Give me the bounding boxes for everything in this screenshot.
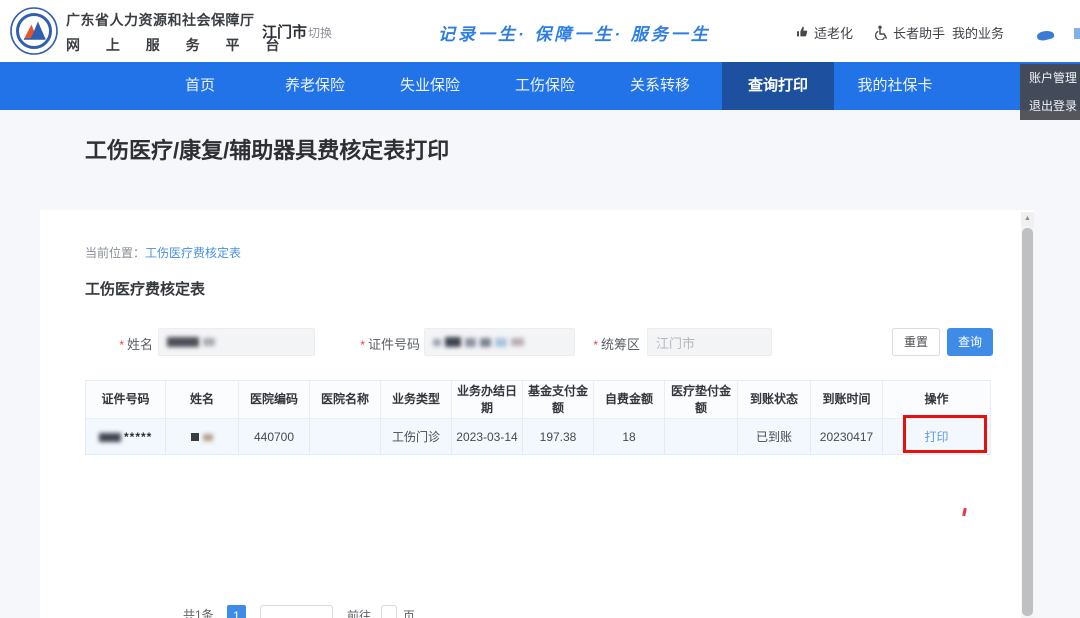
pagination-goto-suffix: 页 [403, 607, 415, 618]
redacted-cell-id [99, 433, 121, 442]
col-action: 操作 [883, 381, 991, 419]
cell-arrival-status: 已到账 [738, 419, 811, 455]
col-name: 姓名 [166, 381, 239, 419]
org-name-line2: 网 上 服 务 平 台 [66, 35, 256, 55]
redacted-id-4 [480, 338, 491, 347]
col-arrival-time: 到账时间 [811, 381, 883, 419]
name-field-label: *姓名 [95, 334, 153, 353]
accessibility-icon [873, 25, 888, 40]
region-label-text: 统筹区 [601, 337, 640, 352]
cell-id-number: ***** [86, 419, 166, 455]
col-completion-date: 业务办结日期 [452, 381, 523, 419]
nav-item-home[interactable]: 首页 [185, 62, 215, 110]
redacted-id-2 [445, 337, 461, 347]
name-label-text: 姓名 [127, 337, 153, 352]
cell-advance-amount [665, 419, 738, 455]
id-label-text: 证件号码 [368, 337, 420, 352]
redacted-name-value-2 [203, 338, 215, 346]
city-label: 江门市 [262, 21, 307, 42]
redacted-name-value [167, 337, 199, 347]
pagination-page-size-select[interactable] [260, 605, 333, 618]
nav-item-pension[interactable]: 养老保险 [285, 62, 345, 110]
annotation-highlight-box [903, 415, 987, 453]
org-title: 广东省人力资源和社会保障厅 网 上 服 务 平 台 [66, 10, 256, 55]
elder-mode-icon [795, 25, 809, 39]
redacted-id-3 [465, 338, 476, 347]
cell-self-amount: 18 [594, 419, 665, 455]
reset-button[interactable]: 重置 [892, 328, 940, 356]
col-id-number: 证件号码 [86, 381, 166, 419]
org-name-line1: 广东省人力资源和社会保障厅 [66, 10, 256, 30]
required-mark-3: * [593, 338, 598, 352]
nav-item-unemployment[interactable]: 失业保险 [400, 62, 460, 110]
redacted-id-6 [511, 338, 524, 346]
cell-hospital-code: 440700 [239, 419, 310, 455]
cell-business-type: 工伤门诊 [381, 419, 452, 455]
cell-name [166, 419, 239, 455]
nav-item-work-injury[interactable]: 工伤保险 [515, 62, 575, 110]
region-field-label: *统筹区 [585, 334, 640, 353]
user-menu-swoosh-icon[interactable] [1036, 29, 1055, 42]
col-fund-amount: 基金支付金额 [523, 381, 594, 419]
clipped-edge-icon [1074, 28, 1080, 39]
breadcrumb: 当前位置：工伤医疗费核定表 [85, 244, 241, 261]
cell-arrival-time: 20230417 [811, 419, 883, 455]
elder-mode-button[interactable]: 适老化 [795, 23, 853, 41]
breadcrumb-current-link[interactable]: 工伤医疗费核定表 [145, 246, 241, 260]
region-input[interactable] [656, 335, 763, 350]
id-field-label: *证件号码 [340, 334, 420, 353]
pagination-goto-label: 前往 [347, 607, 371, 618]
slogan-text: 记录一生· 保障一生· 服务一生 [438, 20, 711, 45]
pagination-total: 共1条 [183, 606, 214, 618]
elder-helper-label: 长者助手 [893, 23, 945, 42]
redacted-cell-name-block [191, 433, 199, 441]
redacted-id-5 [495, 338, 507, 347]
id-mask-stars: ***** [124, 430, 152, 444]
required-mark: * [119, 338, 124, 352]
col-hospital-name: 医院名称 [310, 381, 381, 419]
app-window: 广东省人力资源和社会保障厅 网 上 服 务 平 台 江门市 切换 记录一生· 保… [0, 0, 1080, 618]
gov-logo-icon [10, 7, 58, 55]
cell-fund-amount: 197.38 [523, 419, 594, 455]
main-nav: 首页 养老保险 失业保险 工伤保险 关系转移 查询打印 我的社保卡 [0, 62, 1080, 110]
scrollbar-up-arrow[interactable]: ▲ [1021, 212, 1034, 226]
pagination-goto-input[interactable] [381, 605, 397, 618]
nav-item-social-card[interactable]: 我的社保卡 [857, 62, 932, 110]
cell-hospital-name [310, 419, 381, 455]
col-arrival-status: 到账状态 [738, 381, 811, 419]
section-title: 工伤医疗费核定表 [85, 278, 205, 299]
page-title: 工伤医疗/康复/辅助器具费核定表打印 [85, 133, 449, 165]
cell-completion-date: 2023-03-14 [452, 419, 523, 455]
menu-item-account[interactable]: 账户管理 [1020, 64, 1080, 92]
user-dropdown-menu: 账户管理 退出登录 [1020, 64, 1080, 120]
redacted-cell-name-blob [203, 434, 213, 441]
elder-helper-button[interactable]: 长者助手 [873, 23, 945, 41]
col-business-type: 业务类型 [381, 381, 452, 419]
breadcrumb-prefix: 当前位置： [85, 246, 145, 260]
id-input[interactable] [424, 328, 575, 356]
nav-item-transfer[interactable]: 关系转移 [630, 62, 690, 110]
city-switch-link[interactable]: 切换 [308, 24, 332, 41]
my-business-link[interactable]: 我的业务 [952, 23, 1004, 41]
col-advance-amount: 医疗垫付金额 [665, 381, 738, 419]
col-hospital-code: 医院编码 [239, 381, 310, 419]
results-table: 证件号码 姓名 医院编码 医院名称 业务类型 业务办结日期 基金支付金额 自费金… [85, 380, 991, 455]
menu-item-logout[interactable]: 退出登录 [1020, 92, 1080, 120]
table-row: ***** 440700 工伤门诊 2023-03-14 197.38 18 已… [86, 419, 991, 455]
required-mark-2: * [360, 338, 365, 352]
name-input[interactable] [158, 328, 315, 356]
redacted-id-1 [433, 339, 441, 346]
top-header: 广东省人力资源和社会保障厅 网 上 服 务 平 台 江门市 切换 记录一生· 保… [0, 0, 1080, 62]
elder-mode-label: 适老化 [814, 23, 853, 42]
pagination-page-1-button[interactable]: 1 [227, 605, 246, 618]
scrollbar-thumb[interactable] [1022, 228, 1033, 616]
region-input-wrap [647, 328, 772, 356]
my-business-label: 我的业务 [952, 23, 1004, 42]
query-button[interactable]: 查询 [947, 328, 993, 356]
col-self-amount: 自费金额 [594, 381, 665, 419]
nav-item-query-print[interactable]: 查询打印 [748, 62, 808, 110]
table-header-row: 证件号码 姓名 医院编码 医院名称 业务类型 业务办结日期 基金支付金额 自费金… [86, 381, 991, 419]
